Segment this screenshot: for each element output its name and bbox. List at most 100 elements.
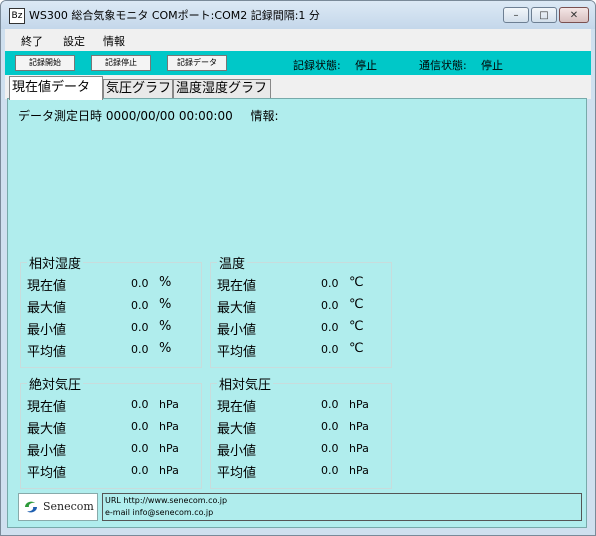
row-value: 0.0 [131, 442, 149, 455]
humidity-title: 相対湿度 [27, 253, 84, 272]
row-label: 最小値 [217, 444, 257, 459]
row-label: 現在値 [217, 400, 257, 415]
app-window: Bz WS300 総合気象モニタ COMポート:COM2 記録間隔:1 分 – … [0, 0, 596, 536]
tab-bar: 現在値データ 気圧グラフ 温度湿度グラフ [5, 75, 591, 100]
row-value: 0.0 [321, 398, 339, 411]
row-unit: hPa [349, 464, 369, 477]
abs-pressure-min-row: 最小値 0.0 hPa [27, 440, 197, 459]
window-title: WS300 総合気象モニタ COMポート:COM2 記録間隔:1 分 [29, 9, 320, 22]
close-button[interactable]: ✕ [559, 7, 589, 23]
footer: Senecom URL http://www.senecom.co.jp e-m… [18, 493, 584, 523]
rel-pressure-title: 相対気圧 [217, 374, 274, 393]
record-status-value: 停止 [355, 59, 377, 72]
row-unit: ℃ [349, 319, 364, 334]
abs-pressure-avg-row: 平均値 0.0 hPa [27, 462, 197, 481]
row-label: 最小値 [27, 323, 67, 338]
row-value: 0.0 [321, 420, 339, 433]
start-recording-button[interactable]: 記録開始 [15, 55, 75, 71]
rel-pressure-min-row: 最小値 0.0 hPa [217, 440, 387, 459]
row-unit: hPa [349, 442, 369, 455]
abs-pressure-current-row: 現在値 0.0 hPa [27, 396, 197, 415]
row-unit: hPa [159, 398, 179, 411]
row-unit: hPa [159, 442, 179, 455]
row-label: 現在値 [27, 279, 67, 294]
row-label: 平均値 [27, 466, 67, 481]
row-unit: ℃ [349, 341, 364, 356]
row-unit: hPa [159, 464, 179, 477]
abs-pressure-title: 絶対気圧 [27, 374, 84, 393]
info-label: 情報: [250, 109, 279, 123]
row-value: 0.0 [321, 464, 339, 477]
menu-item-exit[interactable]: 終了 [21, 33, 43, 49]
datetime-label: データ測定日時 [18, 109, 103, 123]
row-label: 現在値 [27, 400, 67, 415]
rel-pressure-max-row: 最大値 0.0 hPa [217, 418, 387, 437]
abs-pressure-max-row: 最大値 0.0 hPa [27, 418, 197, 437]
temperature-min-row: 最小値 0.0 ℃ [217, 319, 387, 338]
temperature-max-row: 最大値 0.0 ℃ [217, 297, 387, 316]
url-line[interactable]: URL http://www.senecom.co.jp [105, 496, 227, 505]
row-unit: hPa [159, 420, 179, 433]
row-unit: ℃ [349, 297, 364, 312]
row-value: 0.0 [131, 277, 149, 290]
row-label: 最大値 [217, 301, 257, 316]
menu-item-info[interactable]: 情報 [103, 33, 125, 49]
humidity-min-row: 最小値 0.0 % [27, 319, 197, 338]
temperature-avg-row: 平均値 0.0 ℃ [217, 341, 387, 360]
toolbar: 記録開始 記録停止 記録データ 記録状態: 停止 通信状態: 停止 [5, 51, 591, 75]
row-value: 0.0 [321, 343, 339, 356]
stop-recording-button[interactable]: 記録停止 [91, 55, 151, 71]
row-label: 平均値 [27, 345, 67, 360]
humidity-group: 相対湿度 現在値 0.0 % 最大値 0.0 % 最小値 0.0 % 平均値 0… [20, 253, 202, 368]
temperature-current-row: 現在値 0.0 ℃ [217, 275, 387, 294]
humidity-current-row: 現在値 0.0 % [27, 275, 197, 294]
record-data-button[interactable]: 記録データ [167, 55, 227, 71]
temperature-group: 温度 現在値 0.0 ℃ 最大値 0.0 ℃ 最小値 0.0 ℃ 平均値 0.0… [210, 253, 392, 368]
row-value: 0.0 [321, 321, 339, 334]
contact-info-box: URL http://www.senecom.co.jp e-mail info… [102, 493, 582, 521]
row-unit: % [159, 319, 172, 334]
maximize-button[interactable]: □ [531, 7, 557, 23]
menu-bar: 終了 設定 情報 [5, 29, 591, 51]
row-unit: % [159, 341, 172, 356]
datetime-value: 0000/00/00 00:00:00 [105, 109, 233, 123]
senecom-logo: Senecom [18, 493, 98, 521]
email-line[interactable]: e-mail info@senecom.co.jp [105, 508, 213, 517]
current-data-panel: データ測定日時 0000/00/00 00:00:00 情報: 相対湿度 現在値… [7, 98, 587, 528]
row-value: 0.0 [131, 299, 149, 312]
row-label: 最大値 [27, 301, 67, 316]
menu-item-settings[interactable]: 設定 [63, 33, 85, 49]
row-label: 最大値 [27, 422, 67, 437]
tab-pressure-graph[interactable]: 気圧グラフ [103, 79, 173, 99]
tab-temp-humidity-graph[interactable]: 温度湿度グラフ [173, 79, 271, 99]
logo-text: Senecom [43, 500, 94, 513]
record-status-label: 記録状態: [293, 59, 341, 72]
row-value: 0.0 [321, 277, 339, 290]
senecom-logo-icon [25, 501, 37, 513]
row-label: 平均値 [217, 466, 257, 481]
abs-pressure-group: 絶対気圧 現在値 0.0 hPa 最大値 0.0 hPa 最小値 0.0 hPa… [20, 374, 202, 489]
row-label: 最小値 [217, 323, 257, 338]
row-unit: hPa [349, 420, 369, 433]
measurement-info: データ測定日時 0000/00/00 00:00:00 情報: [18, 107, 279, 124]
row-value: 0.0 [131, 420, 149, 433]
row-label: 最小値 [27, 444, 67, 459]
row-unit: hPa [349, 398, 369, 411]
title-bar[interactable]: Bz WS300 総合気象モニタ COMポート:COM2 記録間隔:1 分 – … [1, 1, 595, 29]
row-unit: % [159, 275, 172, 290]
row-unit: % [159, 297, 172, 312]
rel-pressure-group: 相対気圧 現在値 0.0 hPa 最大値 0.0 hPa 最小値 0.0 hPa… [210, 374, 392, 489]
row-label: 平均値 [217, 345, 257, 360]
row-value: 0.0 [131, 464, 149, 477]
comm-status-value: 停止 [481, 59, 503, 72]
row-label: 現在値 [217, 279, 257, 294]
rel-pressure-current-row: 現在値 0.0 hPa [217, 396, 387, 415]
humidity-avg-row: 平均値 0.0 % [27, 341, 197, 360]
tab-current-data[interactable]: 現在値データ [9, 76, 103, 100]
humidity-max-row: 最大値 0.0 % [27, 297, 197, 316]
app-icon[interactable]: Bz [9, 8, 25, 24]
comm-status-label: 通信状態: [419, 59, 467, 72]
row-unit: ℃ [349, 275, 364, 290]
minimize-button[interactable]: – [503, 7, 529, 23]
row-label: 最大値 [217, 422, 257, 437]
